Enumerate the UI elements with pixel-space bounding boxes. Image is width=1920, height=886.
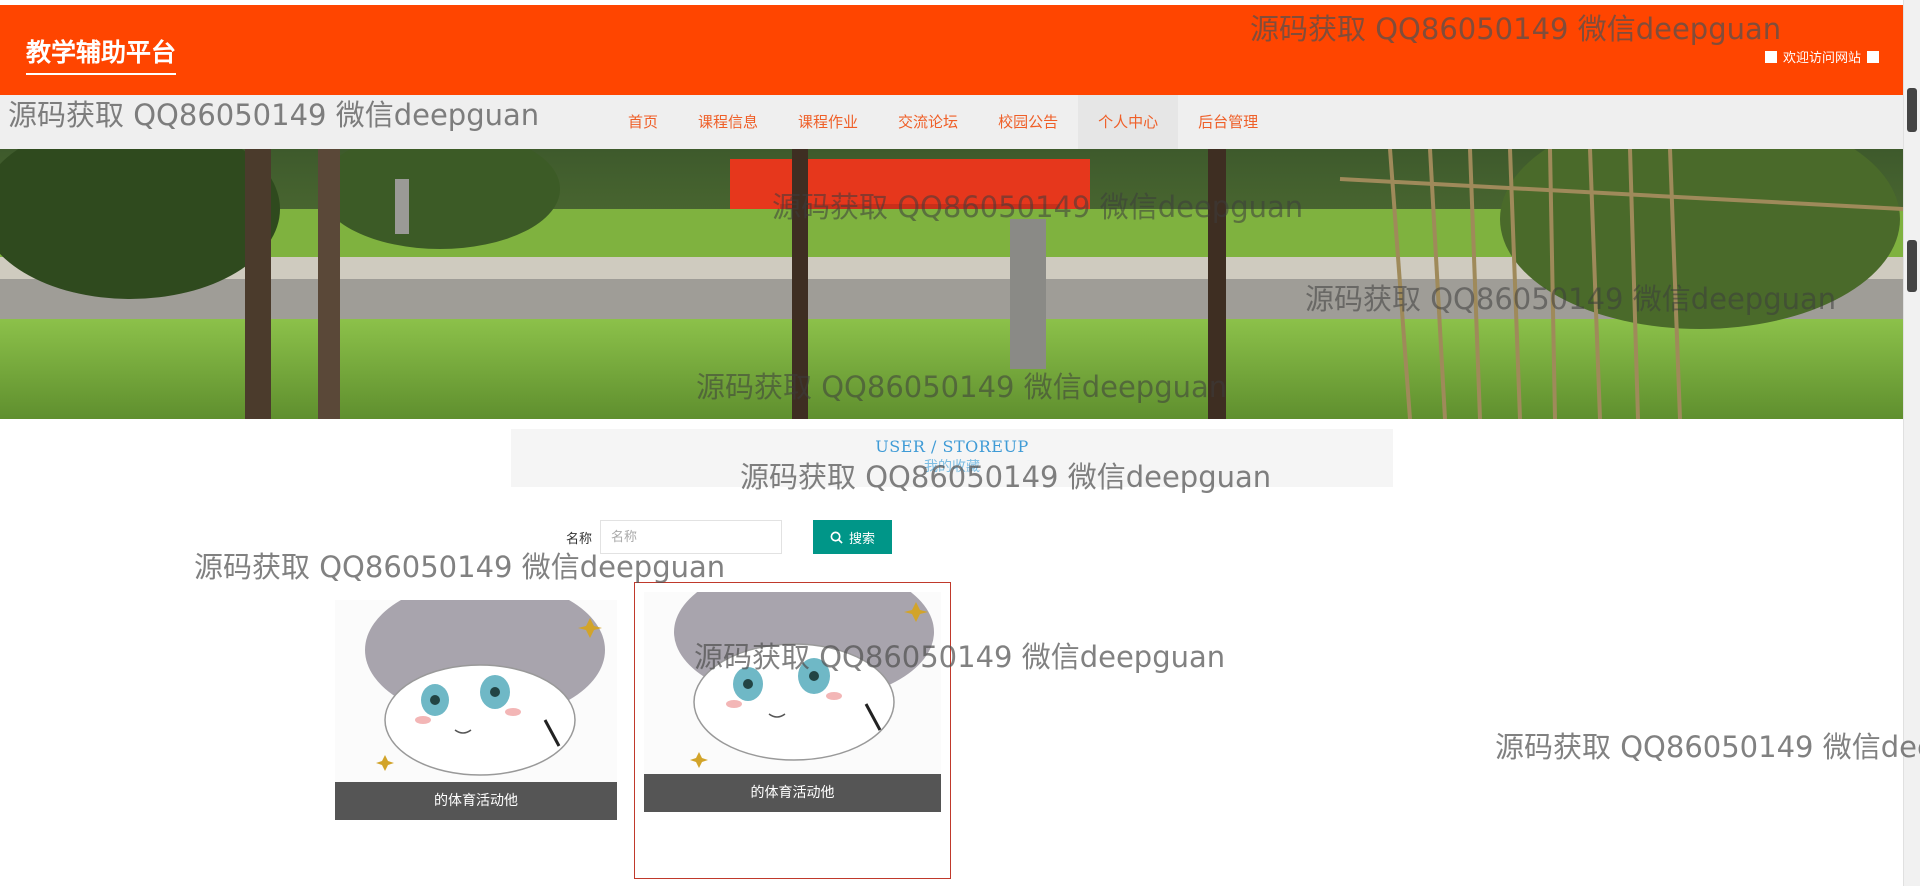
nav-item-announcements[interactable]: 校园公告 bbox=[978, 95, 1078, 149]
scrollbar-thumb[interactable] bbox=[1907, 88, 1917, 132]
site-logo[interactable]: 教学辅助平台 bbox=[26, 33, 177, 75]
banner-image bbox=[0, 149, 1903, 419]
main-nav: 首页 课程信息 课程作业 交流论坛 校园公告 个人中心 后台管理 bbox=[0, 95, 1903, 149]
search-label: 名称 bbox=[566, 531, 593, 547]
page-title-cn: 我的收藏 bbox=[924, 459, 980, 475]
nav-item-personal-center[interactable]: 个人中心 bbox=[1078, 95, 1179, 149]
page-scrollbar[interactable] bbox=[1903, 0, 1920, 886]
page-title: USER / STOREUP 我的收藏 bbox=[511, 429, 1393, 487]
favorite-card[interactable]: 的体育活动他 bbox=[634, 582, 951, 879]
nav-item-course-info[interactable]: 课程信息 bbox=[678, 95, 778, 149]
nav-item-course-homework[interactable]: 课程作业 bbox=[778, 95, 878, 149]
nav-item-forum[interactable]: 交流论坛 bbox=[878, 95, 978, 149]
search-icon bbox=[830, 531, 843, 544]
nav-item-home[interactable]: 首页 bbox=[608, 95, 678, 149]
header-bar: 教学辅助平台 欢迎访问网站 bbox=[0, 5, 1903, 95]
page-title-en: USER / STOREUP bbox=[875, 437, 1029, 456]
welcome-banner: 欢迎访问网站 bbox=[1764, 47, 1879, 66]
search-bar: 名称 搜索 bbox=[566, 520, 893, 554]
search-input[interactable] bbox=[600, 520, 783, 554]
search-button-label: 搜索 bbox=[849, 531, 876, 547]
nav-item-admin[interactable]: 后台管理 bbox=[1178, 95, 1278, 149]
favorite-card[interactable]: 的体育活动他 bbox=[335, 600, 617, 820]
square-icon bbox=[1867, 50, 1879, 63]
card-title[interactable]: 的体育活动他 bbox=[335, 782, 617, 820]
card-image[interactable] bbox=[335, 600, 617, 782]
card-image[interactable] bbox=[644, 592, 941, 774]
square-icon bbox=[1764, 50, 1777, 63]
search-button[interactable]: 搜索 bbox=[813, 520, 893, 554]
welcome-text: 欢迎访问网站 bbox=[1782, 51, 1861, 66]
scrollbar-thumb[interactable] bbox=[1907, 240, 1917, 292]
watermark-text: 源码获取 QQ86050149 微信deepguan bbox=[1495, 730, 1920, 764]
card-title[interactable]: 的体育活动他 bbox=[644, 774, 941, 812]
